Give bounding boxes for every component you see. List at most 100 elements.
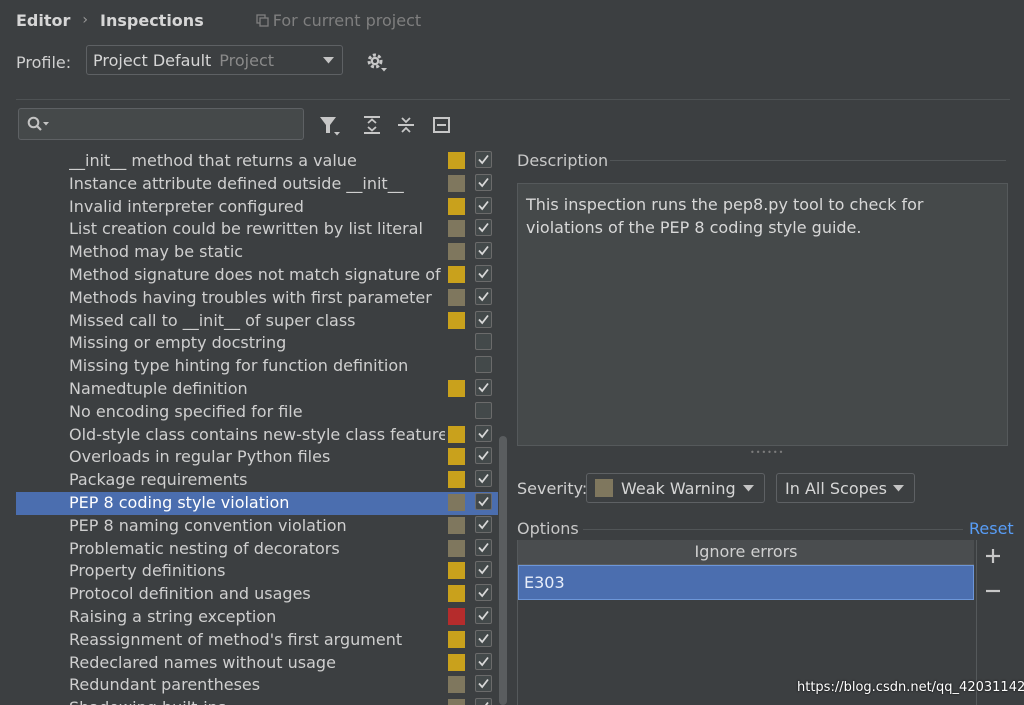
profile-value: Project Default <box>93 50 212 70</box>
dropdown-arrow-icon <box>893 485 904 492</box>
resize-grip-icon[interactable]: •••••• <box>750 448 784 457</box>
inspection-checkbox[interactable] <box>475 584 492 602</box>
inspection-checkbox[interactable] <box>475 538 492 556</box>
checkmark-icon <box>478 565 489 575</box>
inspection-label: Package requirements <box>69 470 248 490</box>
severity-indicator <box>448 585 465 603</box>
inspection-row[interactable]: Problematic nesting of decorators <box>16 538 498 561</box>
inspection-label: Missing or empty docstring <box>69 333 287 353</box>
inspection-checkbox[interactable] <box>475 652 492 670</box>
expand-all-icon[interactable] <box>362 115 382 135</box>
description-divider <box>610 160 1006 161</box>
inspection-label: Method signature does not match signatur… <box>69 265 445 284</box>
inspection-row[interactable]: Shadowing built-ins <box>16 697 498 705</box>
inspection-tree[interactable]: __init__ method that returns a value Inst… <box>16 150 512 705</box>
inspection-checkbox[interactable] <box>475 447 492 465</box>
inspection-checkbox[interactable] <box>475 151 492 168</box>
inspection-checkbox[interactable] <box>475 401 492 419</box>
severity-dropdown[interactable]: Weak Warning <box>586 473 765 503</box>
checkmark-icon <box>478 154 489 165</box>
collapse-all-icon[interactable] <box>396 115 416 135</box>
inspection-row[interactable]: Package requirements <box>16 469 498 492</box>
ignore-errors-header[interactable]: Ignore errors <box>518 540 974 565</box>
inspection-checkbox[interactable] <box>475 675 492 693</box>
inspection-checkbox[interactable] <box>475 607 492 624</box>
inspection-row[interactable]: Method may be static <box>16 241 498 264</box>
inspection-label: Overloads in regular Python files <box>69 447 331 467</box>
severity-indicator <box>448 494 465 511</box>
inspection-checkbox[interactable] <box>475 515 492 533</box>
inspection-row[interactable]: PEP 8 coding style violation <box>16 492 498 515</box>
profile-dropdown[interactable]: Project Default Project <box>86 45 343 75</box>
inspection-checkbox[interactable] <box>475 310 492 328</box>
severity-indicator <box>448 630 465 648</box>
severity-indicator <box>448 266 465 283</box>
reset-link[interactable]: Reset <box>969 518 1014 540</box>
inspection-row[interactable]: No encoding specified for file <box>16 401 498 424</box>
inspection-row[interactable]: Namedtuple definition <box>16 378 498 401</box>
inspection-row[interactable]: Redeclared names without usage <box>16 652 498 675</box>
inspection-checkbox[interactable] <box>475 561 492 579</box>
inspection-row[interactable]: Overloads in regular Python files <box>16 446 498 469</box>
inspection-row[interactable]: Invalid interpreter configured <box>16 196 498 219</box>
inspection-row[interactable]: Reassignment of method's first argument <box>16 629 498 652</box>
severity-indicator <box>448 380 465 397</box>
checkmark-icon <box>478 633 489 644</box>
inspection-checkbox[interactable] <box>475 196 492 214</box>
inspection-row[interactable]: Missing or empty docstring <box>16 332 498 355</box>
checkmark-icon <box>478 519 489 530</box>
checkmark-icon <box>478 246 489 256</box>
severity-indicator <box>448 425 465 443</box>
inspection-row[interactable]: Method signature does not match signatur… <box>16 264 498 287</box>
inspection-checkbox[interactable] <box>475 287 492 305</box>
scope-note: For current project <box>256 11 421 30</box>
filter-icon[interactable] <box>318 115 342 137</box>
inspection-checkbox[interactable] <box>475 242 492 260</box>
inspection-row[interactable]: Redundant parentheses <box>16 674 498 697</box>
breadcrumb-editor[interactable]: Editor <box>16 11 70 30</box>
gear-icon[interactable] <box>366 52 388 74</box>
inspection-row[interactable]: Instance attribute defined outside __ini… <box>16 173 498 196</box>
tree-scrollbar[interactable] <box>499 436 507 705</box>
inspection-checkbox[interactable] <box>475 265 492 282</box>
search-input[interactable] <box>18 108 304 140</box>
checkmark-icon <box>478 177 489 188</box>
inspection-checkbox[interactable] <box>475 470 492 488</box>
severity-indicator <box>448 243 465 261</box>
inspection-checkbox[interactable] <box>475 219 492 237</box>
add-icon[interactable] <box>985 548 1001 564</box>
inspection-checkbox[interactable] <box>475 424 492 442</box>
ignore-errors-row[interactable]: E303 <box>518 565 974 600</box>
inspection-checkbox[interactable] <box>475 698 492 705</box>
inspection-row[interactable]: Protocol definition and usages <box>16 583 498 606</box>
inspection-row[interactable]: List creation could be rewritten by list… <box>16 218 498 241</box>
remove-icon[interactable] <box>985 583 1001 599</box>
inspection-label: Redeclared names without usage <box>69 652 336 672</box>
severity-indicator <box>448 311 465 329</box>
checkmark-icon <box>478 474 489 484</box>
checkmark-icon <box>478 610 489 621</box>
inspection-row[interactable]: Raising a string exception <box>16 606 498 629</box>
inspection-row[interactable]: PEP 8 naming convention violation <box>16 515 498 538</box>
inspection-label: Shadowing built-ins <box>69 697 445 705</box>
inspection-checkbox[interactable] <box>475 493 492 510</box>
severity-label: Severity: <box>517 479 588 498</box>
inspection-checkbox[interactable] <box>475 379 492 396</box>
inspection-checkbox[interactable] <box>475 333 492 351</box>
inspection-label: Raising a string exception <box>69 607 277 626</box>
inspection-row[interactable]: __init__ method that returns a value <box>16 150 498 173</box>
inspection-checkbox[interactable] <box>475 173 492 191</box>
inspection-checkbox[interactable] <box>475 356 492 374</box>
inspection-checkbox[interactable] <box>475 629 492 647</box>
inspection-row[interactable]: Methods having troubles with first param… <box>16 287 498 310</box>
inspection-label: Methods having troubles with first param… <box>69 287 432 307</box>
inspection-row[interactable]: Missed call to __init__ of super class <box>16 310 498 333</box>
inspection-row[interactable]: Old-style class contains new-style class… <box>16 424 498 447</box>
description-panel: This inspection runs the pep8.py tool to… <box>517 183 1008 446</box>
scope-dropdown[interactable]: In All Scopes <box>776 473 915 503</box>
severity-indicator <box>448 653 465 671</box>
inspection-row[interactable]: Missing type hinting for function defini… <box>16 355 498 378</box>
reset-icon[interactable] <box>432 115 452 135</box>
copy-icon <box>256 13 269 27</box>
inspection-row[interactable]: Property definitions <box>16 560 498 583</box>
